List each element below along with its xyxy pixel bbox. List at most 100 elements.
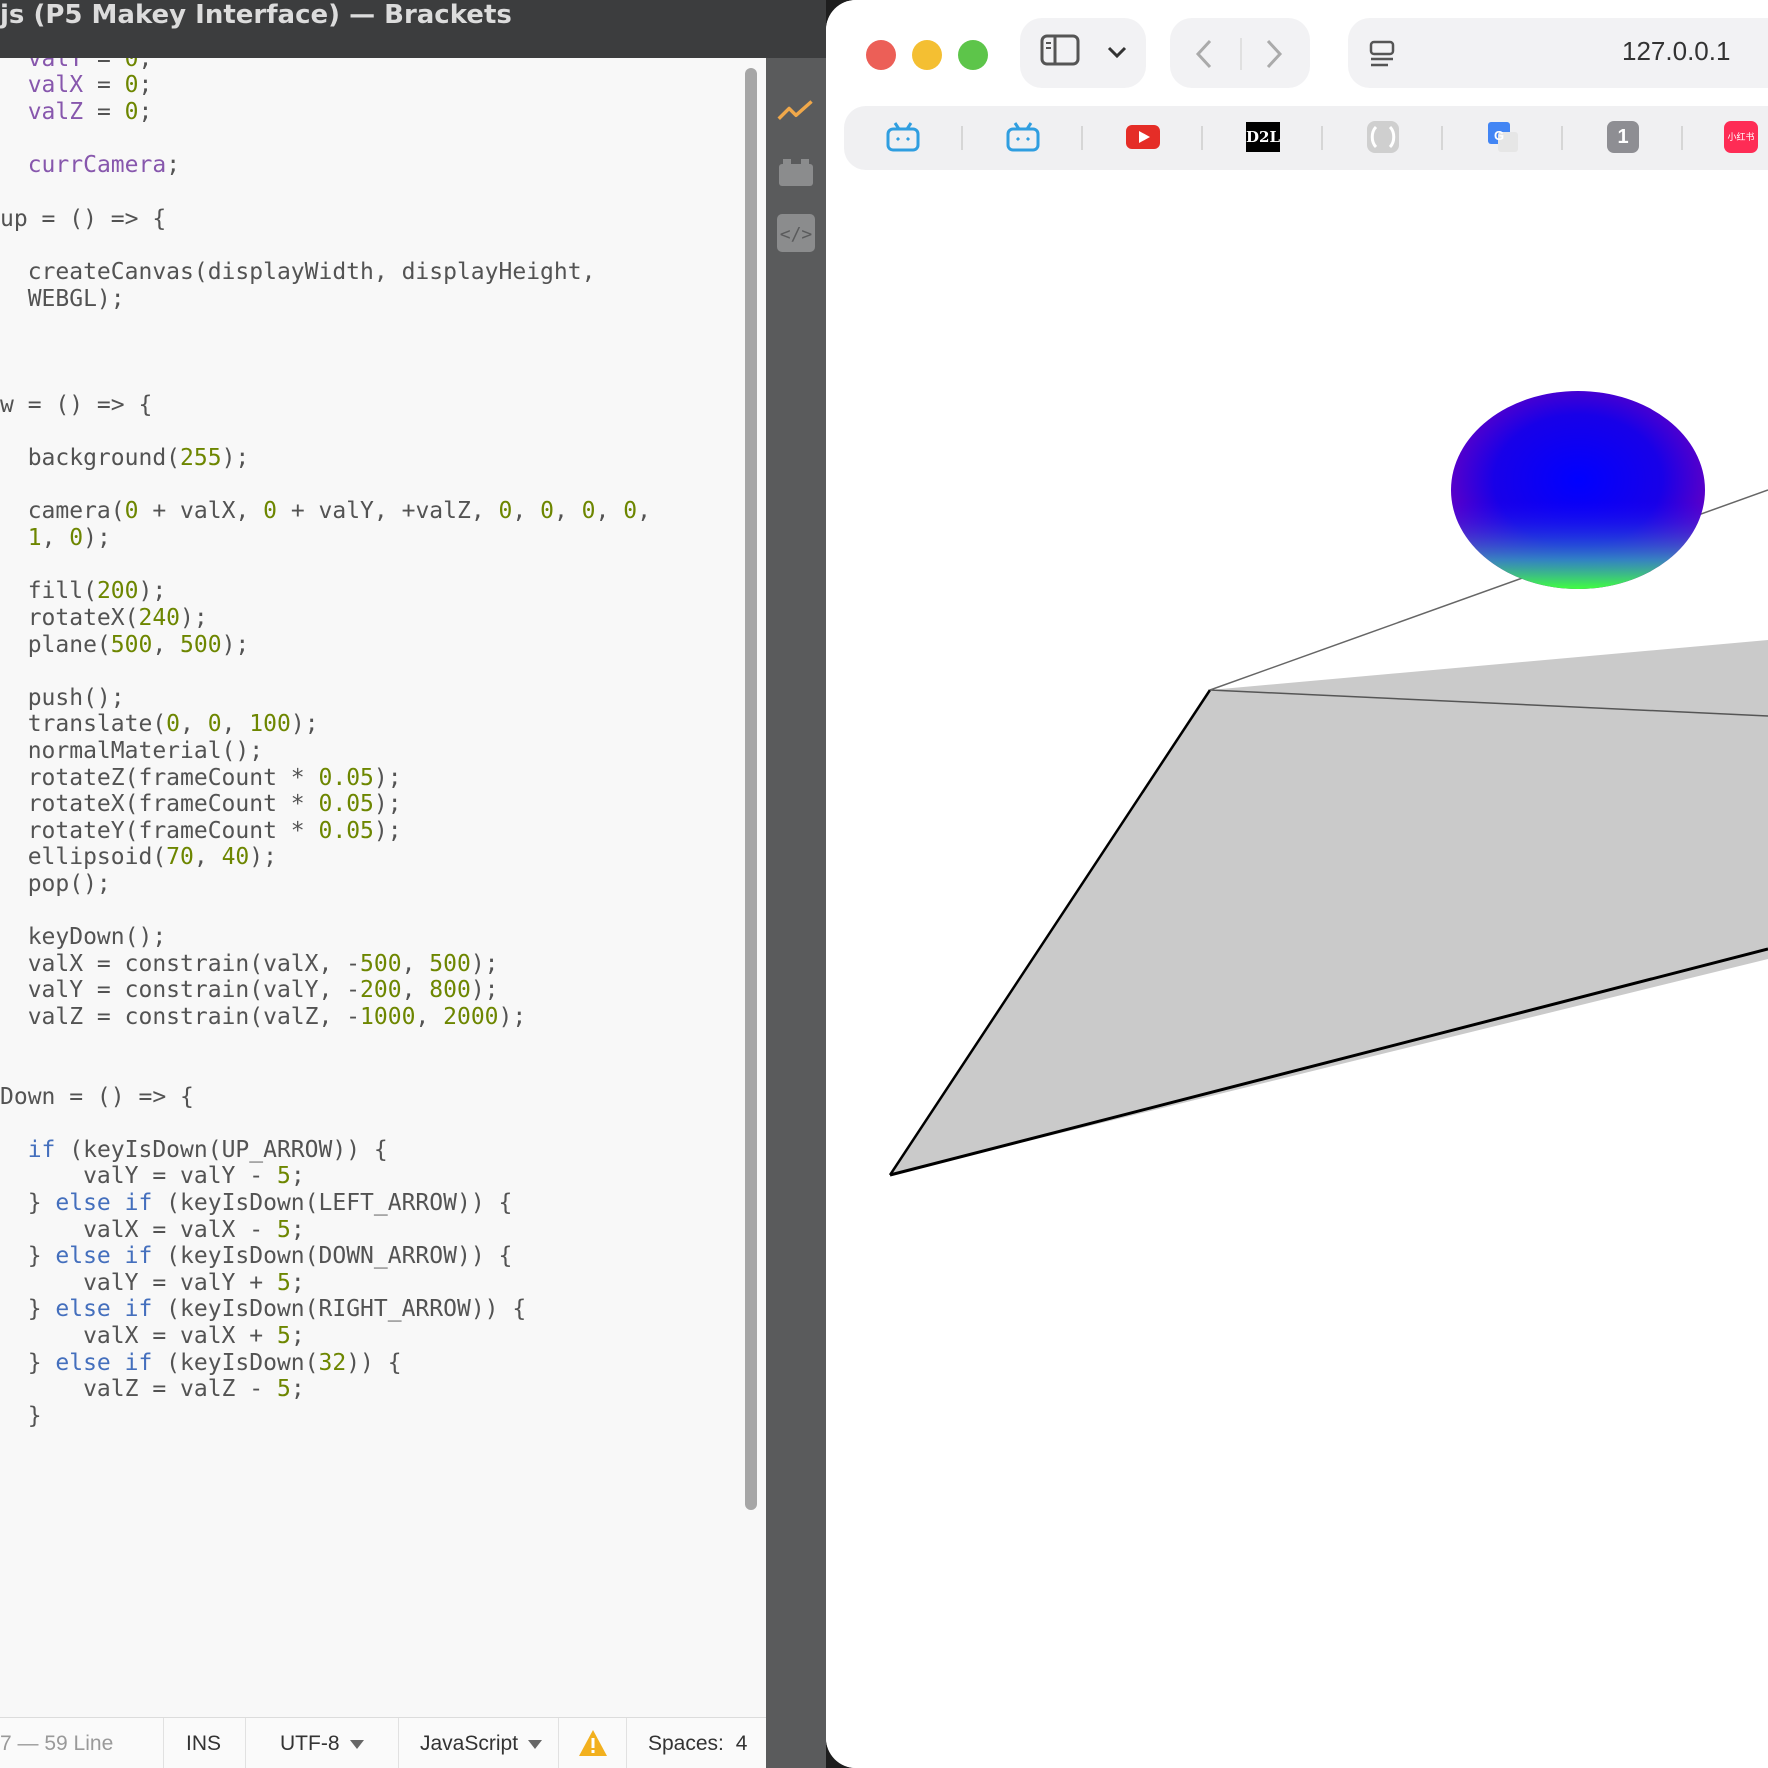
- code-token: valZ = constrain(valZ, -: [0, 1004, 361, 1030]
- code-line[interactable]: valX = 0;: [0, 70, 153, 100]
- code-line[interactable]: WEBGL);: [0, 284, 125, 314]
- code-line[interactable]: currCamera;: [0, 150, 180, 180]
- code-token: translate(: [0, 711, 167, 737]
- code-hint-icon[interactable]: </>: [777, 214, 815, 252]
- extension-manager-icon[interactable]: [777, 154, 815, 192]
- code-line[interactable]: w = () => {: [0, 390, 152, 420]
- code-token: }: [0, 1403, 42, 1429]
- code-line[interactable]: createCanvas(displayWidth, displayHeight…: [0, 257, 596, 287]
- p5-webgl-canvas[interactable]: [826, 178, 1768, 1768]
- grey-app-icon[interactable]: [1366, 120, 1400, 154]
- minimize-window-button[interactable]: [912, 40, 942, 70]
- code-token: );: [290, 711, 319, 737]
- sidebar-icon[interactable]: [1040, 34, 1080, 71]
- code-token: 0: [581, 498, 596, 524]
- code-token: 0: [263, 498, 277, 524]
- code-token: );: [373, 818, 402, 844]
- code-line[interactable]: rotateX(240);: [0, 603, 208, 633]
- code-line[interactable]: background(255);: [0, 443, 250, 473]
- status-bar: 7 — 59 Line INS UTF-8 JavaScript Spaces:…: [0, 1717, 766, 1768]
- code-line[interactable]: }: [0, 1401, 42, 1431]
- code-line[interactable]: keyDown();: [0, 922, 166, 952]
- code-token: 32: [318, 1350, 347, 1376]
- one-icon[interactable]: 1: [1606, 120, 1640, 154]
- code-token: );: [470, 977, 499, 1003]
- code-token: valY = constrain(valY, -: [0, 977, 361, 1003]
- youtube-icon[interactable]: [1126, 120, 1160, 154]
- code-line[interactable]: ellipsoid(70, 40);: [0, 842, 277, 872]
- code-line[interactable]: } else if (keyIsDown(DOWN_ARROW)) {: [0, 1241, 513, 1271]
- code-token: }: [0, 1190, 56, 1216]
- language-select[interactable]: JavaScript: [420, 1718, 543, 1768]
- code-line[interactable]: 1, 0);: [0, 523, 111, 553]
- code-token: ;: [138, 72, 153, 98]
- code-token: ,: [512, 498, 541, 524]
- code-token: 1000: [360, 1004, 416, 1030]
- google-translate-icon[interactable]: G: [1486, 120, 1520, 154]
- page-menu-icon[interactable]: [1368, 40, 1398, 73]
- favorites-bar: D2L G 1 小红书: [844, 106, 1768, 170]
- code-token: else if: [55, 1350, 153, 1376]
- url-text[interactable]: 127.0.0.1: [1622, 36, 1730, 67]
- insert-mode-toggle[interactable]: INS: [186, 1718, 221, 1768]
- code-token: 5: [276, 1323, 291, 1349]
- code-token: fill(: [0, 578, 97, 604]
- code-token: else if: [55, 1296, 153, 1322]
- code-line[interactable]: rotateX(frameCount * 0.05);: [0, 789, 402, 819]
- code-token: (keyIsDown(: [152, 1350, 319, 1376]
- code-token: ;: [290, 1376, 305, 1402]
- code-token: keyDown();: [0, 924, 167, 950]
- forward-arrow-icon[interactable]: [1264, 38, 1284, 75]
- code-token: 0.05: [318, 765, 374, 791]
- code-token: 70: [166, 844, 194, 870]
- window-title: js (P5 Makey Interface) — Brackets: [0, 0, 512, 30]
- live-preview-icon[interactable]: [777, 92, 815, 130]
- code-token: ,: [193, 844, 222, 870]
- code-token: if: [27, 1137, 56, 1163]
- code-line[interactable]: up = () => {: [0, 204, 166, 234]
- code-token: valY = valY +: [0, 1270, 277, 1296]
- encoding-select[interactable]: UTF-8: [280, 1718, 364, 1768]
- indent-setting[interactable]: Spaces: 4: [648, 1718, 747, 1768]
- chevron-down-icon: [349, 1739, 364, 1749]
- code-line[interactable]: valX = valX + 5;: [0, 1321, 305, 1351]
- bilibili-icon[interactable]: [1006, 120, 1040, 154]
- code-line[interactable]: valZ = valZ - 5;: [0, 1374, 305, 1404]
- code-token: normalMaterial();: [0, 738, 264, 764]
- close-window-button[interactable]: [866, 40, 896, 70]
- code-token: ellipsoid(: [0, 844, 167, 870]
- code-line[interactable]: valZ = 0;: [0, 97, 153, 127]
- zoom-window-button[interactable]: [958, 40, 988, 70]
- code-line[interactable]: normalMaterial();: [0, 736, 263, 766]
- linter-warning-icon[interactable]: [578, 1718, 610, 1768]
- browser-window: 127.0.0.1 D2L G 1 小红书: [826, 0, 1768, 1768]
- code-line[interactable]: camera(0 + valX, 0 + valY, +valZ, 0, 0, …: [0, 496, 651, 526]
- code-token: valY = valY -: [0, 1163, 277, 1189]
- xiaohongshu-icon[interactable]: 小红书: [1724, 120, 1758, 154]
- spaces-value: 4: [735, 1732, 748, 1755]
- code-line[interactable]: pop();: [0, 869, 111, 899]
- editor-scrollbar-thumb[interactable]: [745, 68, 757, 1510]
- code-line[interactable]: translate(0, 0, 100);: [0, 709, 319, 739]
- d2l-icon[interactable]: D2L: [1246, 120, 1280, 154]
- code-token: Down = () => {: [0, 1084, 194, 1110]
- code-line[interactable]: plane(500, 500);: [0, 630, 250, 660]
- code-line[interactable]: } else if (keyIsDown(LEFT_ARROW)) {: [0, 1188, 513, 1218]
- code-token: 5: [276, 1217, 291, 1243]
- code-line[interactable]: Down = () => {: [0, 1082, 194, 1112]
- code-line[interactable]: valY = valY - 5;: [0, 1161, 305, 1191]
- code-token: );: [221, 445, 250, 471]
- code-line[interactable]: valY = constrain(valY, -200, 800);: [0, 975, 499, 1005]
- code-editor[interactable]: valY = 0; valX = 0; valZ = 0; currCamera…: [0, 58, 740, 1717]
- code-line[interactable]: valZ = constrain(valZ, -1000, 2000);: [0, 1002, 527, 1032]
- chevron-down-icon[interactable]: [1106, 44, 1128, 65]
- code-token: ;: [290, 1270, 305, 1296]
- code-line[interactable]: } else if (keyIsDown(RIGHT_ARROW)) {: [0, 1294, 527, 1324]
- code-line[interactable]: fill(200);: [0, 576, 167, 606]
- bilibili-icon[interactable]: [886, 120, 920, 154]
- back-arrow-icon[interactable]: [1194, 38, 1214, 75]
- code-token: 0: [623, 498, 638, 524]
- code-token: ,: [180, 711, 208, 737]
